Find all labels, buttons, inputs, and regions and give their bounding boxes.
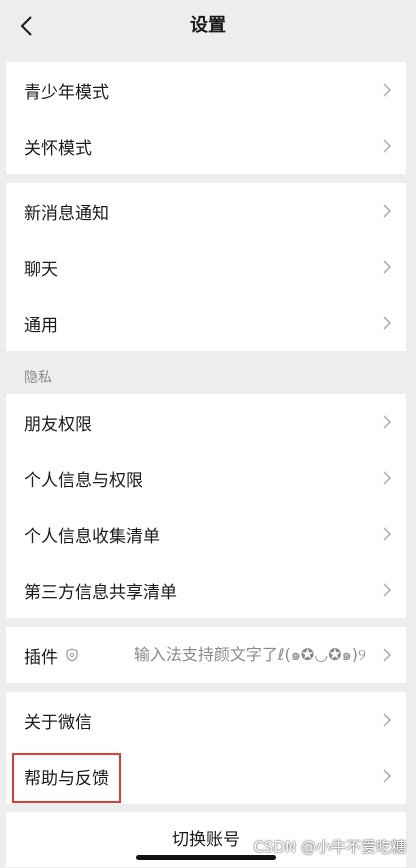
row-personal-info-permissions[interactable]: 个人信息与权限: [6, 450, 406, 506]
row-label: 插件: [24, 647, 58, 668]
row-general[interactable]: 通用: [6, 295, 406, 351]
chevron-right-icon: [383, 139, 392, 153]
row-label: 个人信息收集清单: [24, 526, 160, 547]
plugins-status-text: 输入法支持颜文字了ℓ(๑✪◡✪๑)୨: [133, 645, 366, 664]
watermark: CSDN @小牛不爱吃糖: [253, 838, 406, 856]
chevron-right-icon: [383, 527, 392, 541]
row-label: 关于微信: [24, 712, 92, 733]
row-label: 聊天: [24, 259, 58, 280]
row-chat[interactable]: 聊天: [6, 239, 406, 295]
chevron-right-icon: [383, 769, 392, 783]
row-label: 青少年模式: [24, 82, 109, 103]
row-label: 新消息通知: [24, 203, 109, 224]
row-label: 关怀模式: [24, 138, 92, 159]
shield-icon: [66, 648, 78, 662]
row-new-message-notify[interactable]: 新消息通知: [6, 183, 406, 239]
page-title: 设置: [190, 15, 226, 36]
highlight-box: [12, 753, 121, 803]
settings-group-modes: 青少年模式 关怀模式: [6, 62, 406, 174]
settings-group-general: 新消息通知 聊天 通用: [6, 183, 406, 351]
row-label: 通用: [24, 315, 58, 336]
row-label: 个人信息与权限: [24, 470, 143, 491]
chevron-right-icon: [383, 583, 392, 597]
row-care-mode[interactable]: 关怀模式: [6, 118, 406, 174]
row-label: 朋友权限: [24, 414, 92, 435]
row-third-party-sharing-list[interactable]: 第三方信息共享清单: [6, 562, 406, 618]
chevron-right-icon: [383, 316, 392, 330]
chevron-right-icon: [383, 204, 392, 218]
settings-group-plugins: 插件 输入法支持颜文字了ℓ(๑✪◡✪๑)୨: [6, 627, 406, 683]
section-label-privacy: 隐私: [24, 370, 52, 386]
chevron-right-icon: [383, 471, 392, 485]
row-teen-mode[interactable]: 青少年模式: [6, 62, 406, 118]
chevron-right-icon: [383, 415, 392, 429]
row-friend-permissions[interactable]: 朋友权限: [6, 394, 406, 450]
row-about-wechat[interactable]: 关于微信: [6, 692, 406, 748]
chevron-right-icon: [383, 648, 392, 662]
settings-group-privacy: 朋友权限 个人信息与权限 个人信息收集清单 第三方信息共享清单: [6, 394, 406, 618]
chevron-right-icon: [383, 260, 392, 274]
chevron-right-icon: [383, 83, 392, 97]
row-personal-info-collection-list[interactable]: 个人信息收集清单: [6, 506, 406, 562]
chevron-right-icon: [383, 713, 392, 727]
row-label: 第三方信息共享清单: [24, 582, 177, 603]
header: 设置: [0, 0, 416, 50]
row-plugins[interactable]: 插件 输入法支持颜文字了ℓ(๑✪◡✪๑)୨: [6, 627, 406, 683]
